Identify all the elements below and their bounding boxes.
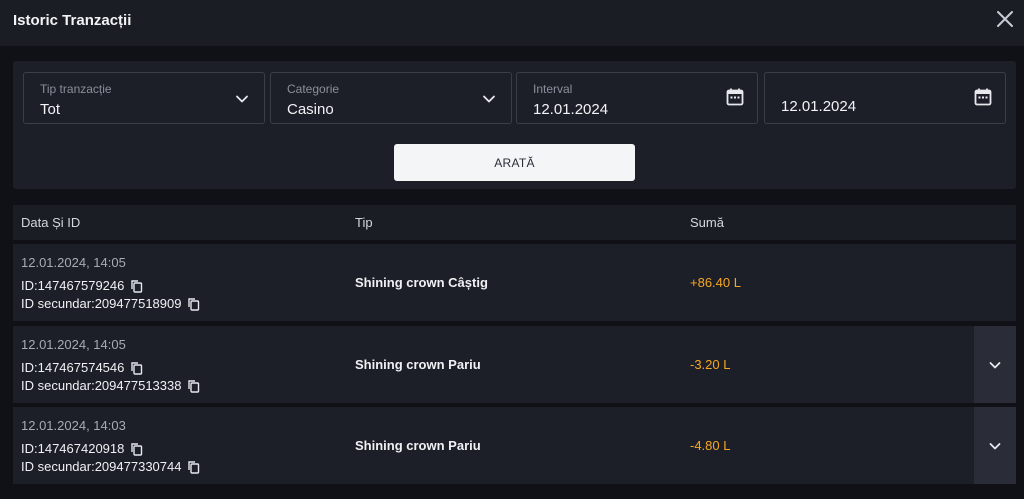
close-icon xyxy=(997,11,1013,27)
transaction-secondary-id: ID secundar:209477330744 xyxy=(21,459,200,474)
category-value: Casino xyxy=(287,101,334,118)
table-row: 12.01.2024, 14:05 ID:147467579246 ID sec… xyxy=(13,244,1016,321)
transaction-id-text: ID:147467579246 xyxy=(21,278,125,293)
transaction-type: Shining crown Pariu xyxy=(355,438,481,453)
transaction-date: 12.01.2024, 14:05 xyxy=(21,337,126,352)
chevron-down-icon xyxy=(236,95,248,103)
column-header-date-id: Data Și ID xyxy=(21,215,81,230)
transaction-amount: -4.80 L xyxy=(690,438,731,453)
table-row: 12.01.2024, 14:03 ID:147467420918 ID sec… xyxy=(13,407,1016,484)
transaction-type-select[interactable]: Tip tranzacție Tot xyxy=(23,72,265,124)
close-button[interactable] xyxy=(994,8,1016,30)
calendar-icon[interactable] xyxy=(725,87,745,107)
category-select[interactable]: Categorie Casino xyxy=(270,72,512,124)
transaction-id-text: ID:147467574546 xyxy=(21,360,125,375)
transaction-date: 12.01.2024, 14:05 xyxy=(21,255,126,270)
interval-from-value: 12.01.2024 xyxy=(533,101,609,118)
filter-panel: Tip tranzacție Tot Categorie Casino Inte… xyxy=(13,61,1016,189)
transaction-id: ID:147467574546 xyxy=(21,360,143,375)
transaction-id-text: ID:147467420918 xyxy=(21,441,125,456)
transaction-amount: +86.40 L xyxy=(690,275,741,290)
transaction-secondary-id-text: ID secundar:209477513338 xyxy=(21,378,182,393)
copy-icon[interactable] xyxy=(187,379,200,393)
interval-from-field[interactable]: Interval 12.01.2024 xyxy=(516,72,758,124)
transaction-amount: -3.20 L xyxy=(690,357,731,372)
page-title: Istoric Tranzacții xyxy=(13,12,132,29)
chevron-down-icon xyxy=(989,361,1001,368)
transaction-date: 12.01.2024, 14:03 xyxy=(21,418,126,433)
copy-icon[interactable] xyxy=(130,279,143,293)
interval-label: Interval xyxy=(533,82,573,96)
calendar-icon[interactable] xyxy=(973,87,993,107)
interval-to-field[interactable]: 12.01.2024 xyxy=(764,72,1006,124)
copy-icon[interactable] xyxy=(187,460,200,474)
transaction-type-label: Tip tranzacție xyxy=(40,82,112,96)
table-row: 12.01.2024, 14:05 ID:147467574546 ID sec… xyxy=(13,326,1016,403)
interval-to-value: 12.01.2024 xyxy=(781,98,857,115)
chevron-down-icon xyxy=(989,442,1001,449)
transaction-id: ID:147467579246 xyxy=(21,278,143,293)
transaction-type-value: Tot xyxy=(40,101,61,118)
table-header: Data Și ID Tip Sumă xyxy=(13,205,1016,240)
copy-icon[interactable] xyxy=(130,442,143,456)
show-button[interactable]: ARATĂ xyxy=(394,144,635,181)
transaction-id: ID:147467420918 xyxy=(21,441,143,456)
transaction-type: Shining crown Pariu xyxy=(355,357,481,372)
column-header-type: Tip xyxy=(355,215,373,230)
transaction-secondary-id: ID secundar:209477513338 xyxy=(21,378,200,393)
category-label: Categorie xyxy=(287,82,340,96)
transaction-secondary-id: ID secundar:209477518909 xyxy=(21,296,200,311)
expand-row-button[interactable] xyxy=(974,326,1016,403)
transaction-type: Shining crown Câștig xyxy=(355,275,488,290)
transaction-secondary-id-text: ID secundar:209477330744 xyxy=(21,459,182,474)
copy-icon[interactable] xyxy=(187,297,200,311)
expand-row-button[interactable] xyxy=(974,407,1016,484)
copy-icon[interactable] xyxy=(130,361,143,375)
transaction-secondary-id-text: ID secundar:209477518909 xyxy=(21,296,182,311)
column-header-amount: Sumă xyxy=(690,215,724,230)
modal-header: Istoric Tranzacții xyxy=(0,0,1024,46)
chevron-down-icon xyxy=(483,95,495,103)
